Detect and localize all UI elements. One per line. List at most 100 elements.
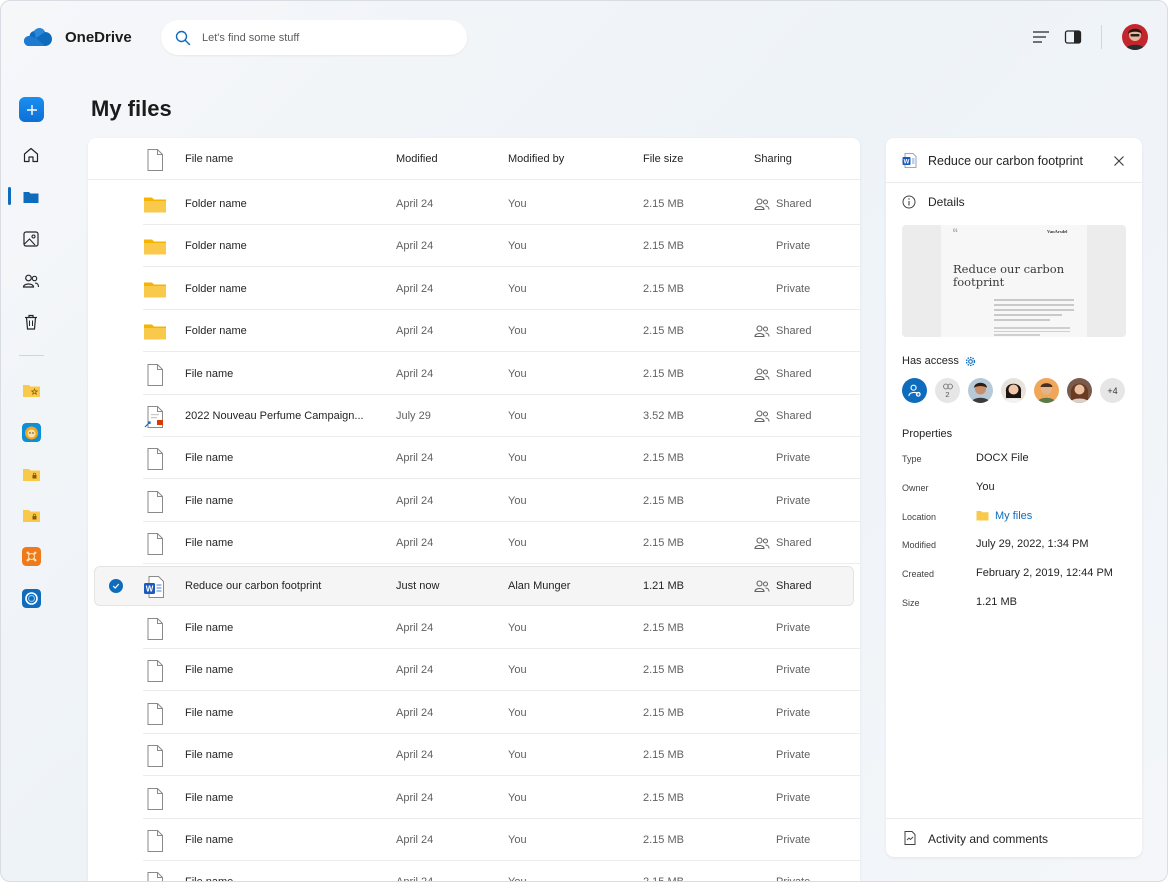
more-people-badge[interactable]: +4 (1100, 378, 1125, 403)
file-name[interactable]: File name (185, 861, 233, 881)
property-value-text: February 2, 2019, 12:44 PM (976, 567, 1113, 580)
lion-app-icon[interactable] (22, 423, 41, 442)
modified-date: April 24 (396, 367, 434, 380)
sharing-status: Private (776, 240, 811, 253)
orange-app-icon[interactable] (22, 547, 41, 566)
file-name[interactable]: File name (185, 480, 233, 522)
table-row[interactable]: File name April 24 You 2.15 MB Private (88, 607, 860, 649)
file-name[interactable]: File name (185, 607, 233, 649)
locked-folder-2-icon[interactable] (22, 506, 41, 525)
property-value-text: You (976, 480, 995, 493)
svg-text:W: W (904, 160, 910, 166)
activity-label: Activity and comments (928, 832, 1049, 846)
header-file-name[interactable]: File name (185, 138, 233, 180)
table-row[interactable]: File name April 24 You 2.15 MB Private (88, 692, 860, 734)
search-box[interactable] (161, 20, 467, 55)
manage-access-button[interactable] (902, 378, 927, 403)
presentation-file-icon (144, 406, 163, 428)
header-modified-by[interactable]: Modified by (508, 138, 564, 180)
file-name[interactable]: Reduce our carbon footprint (185, 565, 321, 607)
details-tab[interactable]: Details (902, 195, 965, 209)
home-icon[interactable] (22, 146, 40, 164)
close-icon[interactable] (1113, 155, 1125, 167)
header-modified[interactable]: Modified (396, 138, 438, 180)
sharing-status: Private (776, 876, 810, 881)
modified-date: April 24 (396, 622, 434, 634)
file-name[interactable]: File name (185, 819, 233, 861)
user-avatar[interactable] (1122, 24, 1148, 50)
file-name[interactable]: Folder name (185, 183, 247, 225)
file-name[interactable]: Folder name (185, 268, 247, 310)
row-checkbox[interactable] (109, 578, 123, 593)
file-name[interactable]: File name (185, 437, 233, 479)
details-pane-toggle-icon[interactable] (1064, 28, 1082, 46)
table-row[interactable]: File name April 24 You 2.15 MB Private (88, 777, 860, 819)
table-row[interactable]: Folder name April 24 You 2.15 MB Private (88, 268, 860, 310)
table-row-selected[interactable]: W Reduce our carbon footprint Just now Alan… (88, 565, 860, 607)
table-row[interactable]: File name April 24 You 2.15 MB Private (88, 861, 860, 881)
file-icon (147, 490, 163, 513)
shared-links-badge[interactable]: 2 (935, 378, 960, 403)
file-name[interactable]: File name (185, 353, 233, 395)
file-name[interactable]: File name (185, 522, 233, 564)
property-value-text: DOCX File (976, 452, 1029, 464)
sharing-status: Private (776, 834, 811, 846)
view-list-icon[interactable] (1032, 28, 1050, 46)
my-files-folder-icon[interactable] (22, 188, 40, 206)
photos-icon[interactable] (22, 230, 40, 248)
table-row[interactable]: Folder name April 24 You 2.15 MB Shared (88, 183, 860, 225)
sharing-status: Private (776, 791, 811, 804)
table-row[interactable]: Folder name April 24 You 2.15 MB Private (88, 225, 860, 268)
activity-and-comments[interactable]: Activity and comments (886, 818, 1142, 857)
recycle-bin-icon[interactable] (22, 313, 40, 331)
modified-date: April 24 (396, 240, 434, 253)
preview-title: Reduce our carbon footprint (953, 262, 1065, 289)
access-avatar-4[interactable] (1067, 378, 1092, 403)
location-link[interactable]: My files (976, 510, 1032, 522)
shared-people-icon[interactable] (22, 272, 40, 290)
info-icon (902, 195, 916, 209)
file-size: 2.15 MB (643, 537, 684, 550)
table-row[interactable]: File name April 24 You 2.15 MB Shared (88, 353, 860, 395)
locked-folder-icon[interactable] (22, 465, 41, 484)
file-name[interactable]: File name (185, 734, 233, 776)
shared-people-icon (754, 325, 770, 338)
settings-gear-icon[interactable] (965, 356, 976, 367)
sharing-status: Private (776, 664, 811, 677)
table-row[interactable]: File name April 24 You 2.15 MB Shared (88, 522, 860, 565)
access-avatar-2[interactable] (1001, 378, 1026, 403)
file-name[interactable]: 2022 Nouveau Perfume Campaign... (185, 395, 364, 437)
modified-date: April 24 (396, 791, 434, 804)
property-row: Modified July 29, 2022, 1:34 PM (902, 538, 1132, 554)
modified-by: You (508, 706, 527, 719)
access-avatar-3[interactable] (1034, 378, 1059, 403)
file-name[interactable]: File name (185, 777, 233, 819)
sharing-cell: Private (754, 649, 844, 691)
file-name[interactable]: Folder name (185, 310, 247, 352)
blue-ring-app-icon[interactable] (22, 589, 41, 608)
details-label: Details (928, 195, 965, 209)
table-row[interactable]: File name April 24 You 2.15 MB Private (88, 480, 860, 522)
access-avatar-1[interactable] (968, 378, 993, 403)
table-row[interactable]: File name April 24 You 2.15 MB Private (88, 734, 860, 777)
modified-date: April 24 (396, 282, 434, 295)
search-input[interactable] (202, 31, 442, 44)
new-button[interactable] (19, 97, 44, 122)
file-name[interactable]: Folder name (185, 225, 247, 267)
modified-date: April 24 (396, 494, 434, 507)
table-row[interactable]: File name April 24 You 2.15 MB Private (88, 437, 860, 480)
table-row[interactable]: 2022 Nouveau Perfume Campaign... July 29 Y… (88, 395, 860, 437)
header-sharing[interactable]: Sharing (754, 138, 844, 180)
file-size: 2.15 MB (643, 622, 684, 634)
sharing-cell: Private (754, 480, 844, 522)
header-file-size[interactable]: File size (643, 138, 683, 180)
file-name[interactable]: File name (185, 692, 233, 734)
table-row[interactable]: File name April 24 You 2.15 MB Private (88, 819, 860, 861)
details-pane-header: W Reduce our carbon footprint (886, 138, 1142, 183)
document-preview[interactable]: 01 VanArsdel Reduce our carbon footprint (902, 225, 1126, 337)
file-name[interactable]: File name (185, 649, 233, 691)
table-row[interactable]: File name April 24 You 2.15 MB Private (88, 649, 860, 692)
sharing-status: Shared (776, 198, 812, 210)
favorite-folder-icon[interactable] (22, 381, 41, 400)
table-row[interactable]: Folder name April 24 You 2.15 MB Shared (88, 310, 860, 353)
